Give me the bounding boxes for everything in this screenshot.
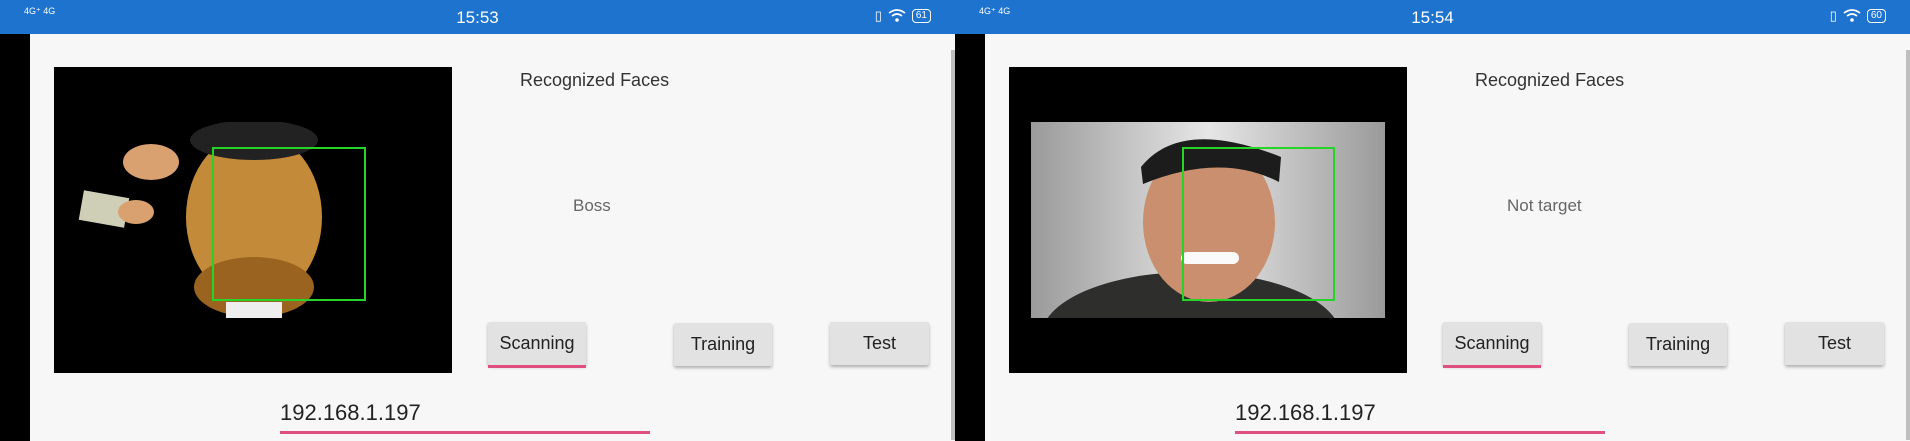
scanning-button[interactable]: Scanning bbox=[1443, 322, 1541, 368]
vibrate-icon: ▯ bbox=[874, 8, 882, 23]
training-label: Training bbox=[1645, 334, 1711, 354]
ip-address-field[interactable]: 192.168.1.197 bbox=[1235, 400, 1605, 434]
side-bezel bbox=[955, 34, 985, 441]
scanning-label: Scanning bbox=[1454, 333, 1530, 353]
battery-icon: 60 bbox=[1866, 9, 1886, 23]
status-time: 15:53 bbox=[456, 8, 499, 27]
test-label: Test bbox=[1817, 333, 1851, 353]
test-button[interactable]: Test bbox=[830, 322, 929, 365]
ip-field-underline bbox=[280, 431, 650, 434]
camera-preview bbox=[54, 67, 452, 373]
status-bar: 4G⁺ 4G 15:54 ▯ 60 bbox=[955, 0, 1910, 34]
training-button[interactable]: Training bbox=[674, 323, 772, 366]
test-button[interactable]: Test bbox=[1785, 322, 1884, 365]
status-bar: 4G⁺ 4G 15:53 ▯ 61 bbox=[0, 0, 955, 34]
training-label: Training bbox=[690, 334, 756, 354]
ip-address-field[interactable]: 192.168.1.197 bbox=[280, 400, 650, 434]
battery-icon: 61 bbox=[911, 9, 931, 23]
phone-screen-right: 4G⁺ 4G 15:54 ▯ 60 Recognized Faces Not t… bbox=[955, 0, 1910, 441]
status-time: 15:54 bbox=[1411, 8, 1454, 27]
ip-address-value: 192.168.1.197 bbox=[280, 400, 421, 425]
scrollbar[interactable] bbox=[1906, 50, 1910, 440]
wifi-icon bbox=[1843, 9, 1861, 22]
scanning-active-indicator bbox=[488, 365, 586, 368]
camera-preview bbox=[1009, 67, 1407, 373]
recognized-faces-title: Recognized Faces bbox=[520, 70, 670, 90]
side-bezel bbox=[0, 34, 30, 441]
ip-field-underline bbox=[1235, 431, 1605, 434]
recognition-result: Boss bbox=[573, 196, 611, 215]
test-label: Test bbox=[862, 333, 896, 353]
vibrate-icon: ▯ bbox=[1829, 8, 1837, 23]
face-detection-box bbox=[1182, 147, 1335, 301]
phone-screen-left: 4G⁺ 4G 15:53 ▯ 61 Recognized Faces Boss bbox=[0, 0, 955, 441]
recognized-faces-title: Recognized Faces bbox=[1475, 70, 1625, 90]
scanning-active-indicator bbox=[1443, 365, 1541, 368]
scanning-label: Scanning bbox=[499, 333, 575, 353]
scanning-button[interactable]: Scanning bbox=[488, 322, 586, 368]
recognition-result: Not target bbox=[1507, 196, 1582, 215]
wifi-icon bbox=[888, 9, 906, 22]
face-detection-box bbox=[212, 147, 366, 301]
training-button[interactable]: Training bbox=[1629, 323, 1727, 366]
ip-address-value: 192.168.1.197 bbox=[1235, 400, 1376, 425]
